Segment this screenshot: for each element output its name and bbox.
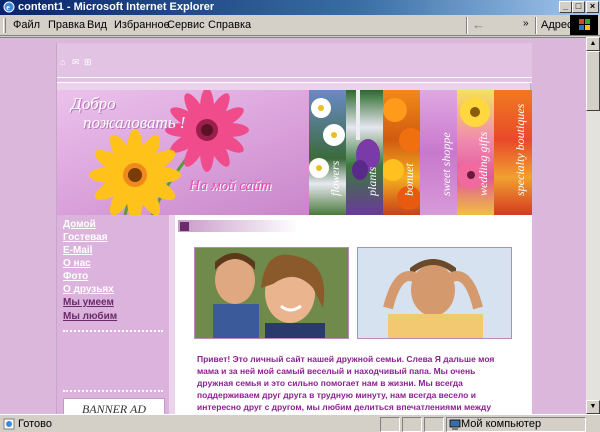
banner-strip-sweet-shoppe[interactable]: sweet shoppe — [420, 90, 457, 215]
status-bar: Готово Мой компьютер — [0, 414, 600, 432]
toolbar-separator — [535, 17, 537, 34]
nav-link-friends[interactable]: О друзьях — [63, 284, 114, 295]
svg-text:e: e — [6, 3, 10, 12]
site-frame: ⌂ ✉ ⊞ Добро пожаловать ! На мой сайт flo… — [56, 43, 532, 414]
windows-logo-icon — [570, 15, 598, 35]
back-button[interactable]: ← — [472, 18, 508, 34]
banner-strip-specialty-boutiques[interactable]: specialty boutiques — [494, 90, 532, 215]
strip-label-sweet-shoppe: sweet shoppe — [438, 132, 453, 196]
maximize-button[interactable]: □ — [572, 1, 585, 13]
toolbar-grip[interactable] — [3, 18, 6, 33]
address-label[interactable]: Адрес — [541, 19, 573, 31]
nav-link-about[interactable]: О нас — [63, 258, 91, 269]
content-header-bar — [178, 220, 298, 232]
banner-strip-flowers[interactable]: flowers — [309, 90, 346, 215]
marigold-image — [383, 98, 420, 210]
sitemap-icon[interactable]: ⊞ — [84, 57, 92, 68]
security-zone-label: Мой компьютер — [461, 418, 542, 430]
banner-strip-plants[interactable]: plants — [346, 90, 383, 215]
main-content: Привет! Это личный сайт нашей дружной се… — [175, 215, 532, 414]
strip-label-specialty-boutiques: specialty boutiques — [513, 103, 527, 196]
banner-strip-wedding-gifts[interactable]: wedding gifts — [457, 90, 494, 215]
nav-link-email[interactable]: E-Mail — [63, 245, 92, 256]
dotted-divider — [63, 390, 163, 392]
banner-ad[interactable]: BANNER AD — [63, 398, 165, 414]
iris-image — [352, 90, 380, 180]
toolbar-separator — [466, 17, 468, 34]
left-navigation: Домой Гостевая E-Mail О нас Фото О друзь… — [57, 215, 169, 414]
banner-main: Добро пожаловать ! На мой сайт — [57, 90, 309, 215]
menu-file[interactable]: Файл — [13, 19, 40, 31]
site-name: На мой сайт — [189, 178, 272, 194]
vertical-scrollbar[interactable]: ▲ ▼ — [586, 37, 600, 414]
site-banner: Добро пожаловать ! На мой сайт flowers p… — [57, 90, 532, 215]
home-icon[interactable]: ⌂ — [60, 57, 65, 67]
nav-link-guestbook[interactable]: Гостевая — [63, 232, 108, 243]
close-button[interactable]: × — [586, 1, 599, 13]
scroll-up-icon[interactable]: ▲ — [586, 37, 600, 51]
status-pane — [402, 417, 422, 432]
menu-help[interactable]: Справка — [208, 19, 251, 31]
menu-view[interactable]: Вид — [87, 19, 107, 31]
dotted-divider — [63, 330, 163, 332]
ie-logo-icon: e — [3, 1, 15, 13]
welcome-heading: Добро пожаловать ! — [71, 94, 185, 132]
menu-tools[interactable]: Сервис — [167, 19, 205, 31]
strip-label-wedding-gifts: wedding gifts — [475, 131, 490, 196]
computer-icon — [449, 419, 461, 430]
minimize-button[interactable]: _ — [559, 1, 572, 13]
windows-flag-icon — [579, 19, 590, 30]
nav-link-photo[interactable]: Фото — [63, 271, 88, 282]
nav-link-home[interactable]: Домой — [63, 219, 96, 230]
banner-strip-bonuet[interactable]: bonuet — [383, 90, 420, 215]
window-title: content1 - Microsoft Internet Explorer — [18, 1, 215, 13]
nav-link-skills[interactable]: Мы умеем — [63, 297, 114, 308]
mail-icon[interactable]: ✉ — [72, 57, 80, 68]
menu-bar: Файл Правка Вид Избранное Сервис Справка… — [0, 15, 600, 36]
site-top-strip: ⌂ ✉ ⊞ — [57, 43, 532, 83]
toolbar-overflow-icon[interactable]: » — [523, 18, 529, 29]
daisy-image — [309, 98, 345, 178]
strip-label-bonuet: bonuet — [401, 163, 416, 196]
divider — [57, 77, 532, 78]
title-bar: e content1 - Microsoft Internet Explorer… — [0, 0, 600, 15]
menu-favorites[interactable]: Избранное — [114, 19, 170, 31]
strip-label-plants: plants — [364, 166, 379, 196]
page-done-icon — [3, 418, 15, 430]
content-header-bullet — [180, 222, 189, 231]
scroll-thumb[interactable] — [586, 51, 600, 111]
status-pane — [424, 417, 444, 432]
father-photo-image — [358, 248, 511, 338]
photo-mother-son[interactable] — [194, 247, 349, 339]
photo-father[interactable] — [357, 247, 512, 339]
welcome-line-2: пожаловать ! — [83, 113, 186, 132]
welcome-line-1: Добро — [71, 94, 116, 113]
family-photo-image — [195, 248, 348, 338]
scroll-down-icon[interactable]: ▼ — [586, 400, 600, 414]
status-pane — [380, 417, 400, 432]
strip-label-flowers: flowers — [327, 160, 342, 196]
nav-link-likes[interactable]: Мы любим — [63, 311, 117, 322]
menu-edit[interactable]: Правка — [48, 19, 85, 31]
status-text: Готово — [18, 418, 52, 430]
intro-paragraph: Привет! Это личный сайт нашей дружной се… — [197, 354, 495, 412]
page-viewport: ⌂ ✉ ⊞ Добро пожаловать ! На мой сайт flo… — [0, 37, 600, 414]
